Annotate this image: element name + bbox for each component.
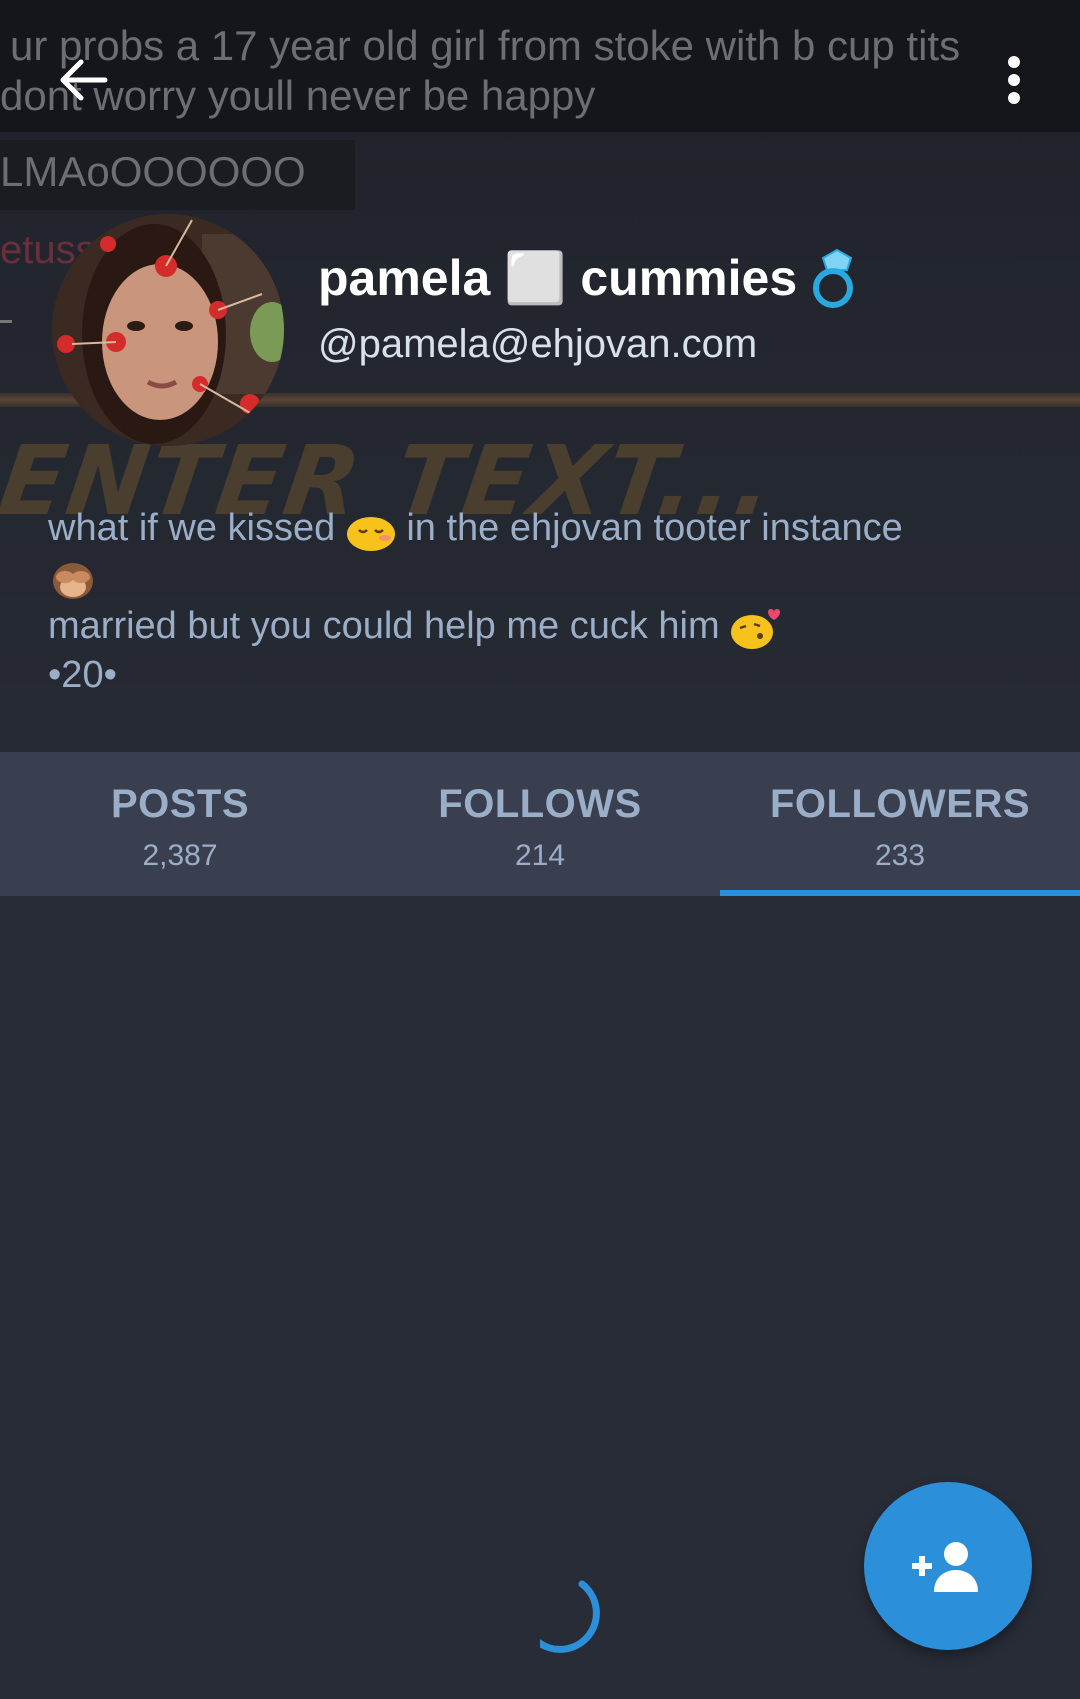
bio-line-3: married but you could help me cuck him (48, 602, 1048, 651)
back-button[interactable] (52, 52, 114, 108)
more-options-button[interactable] (990, 52, 1038, 108)
smiling-face-icon (346, 516, 395, 551)
follow-button[interactable] (864, 1482, 1032, 1650)
tab-posts-label: POSTS (110, 782, 250, 826)
banner-text-line-3: LMAoOOOOOO (0, 148, 306, 195)
see-no-evil-monkey-icon (53, 562, 93, 599)
more-vertical-icon (1008, 56, 1020, 104)
profile-bio: what if we kissed in the ehjovan tooter … (48, 504, 1048, 700)
bio-text: what if we kissed (48, 507, 336, 549)
tab-followers[interactable]: FOLLOWERS 233 (720, 752, 1080, 896)
display-name: pamela ⬜ cummies (318, 248, 867, 308)
display-name-text: pamela ⬜ cummies (318, 249, 798, 306)
kissing-face-icon (731, 608, 781, 649)
bio-text: in the ehjovan tooter instance (406, 507, 903, 549)
profile-screen: ur probs a 17 year old girl from stoke w… (0, 0, 1080, 1699)
tab-followers-count: 233 (874, 839, 926, 872)
bio-line-2 (48, 553, 1048, 602)
bio-line-1: what if we kissed in the ehjovan tooter … (48, 504, 1048, 553)
tab-follows-count: 214 (514, 839, 566, 872)
banner-text-line-1: ur probs a 17 year old girl from stoke w… (10, 22, 961, 69)
tab-follows[interactable]: FOLLOWS 214 (360, 752, 720, 896)
arrow-left-icon (60, 59, 108, 101)
profile-tabs: POSTS 2,387 FOLLOWS 214 FOLLOWERS 233 (0, 752, 1080, 896)
loading-spinner (540, 1580, 600, 1653)
ring-icon (813, 248, 854, 308)
account-handle: @pamela@ehjovan.com (318, 322, 758, 366)
bio-text: married but you could help me cuck him (48, 605, 720, 647)
avatar[interactable] (52, 214, 284, 446)
tab-posts-count: 2,387 (142, 839, 218, 872)
avatar-image (52, 214, 284, 446)
add-person-icon (912, 1542, 978, 1592)
banner-dash (0, 320, 12, 323)
tab-posts[interactable]: POSTS 2,387 (0, 752, 360, 896)
bio-line-4: •20• (48, 654, 117, 696)
tab-follows-label: FOLLOWS (438, 782, 642, 826)
tab-followers-label: FOLLOWERS (769, 782, 1031, 826)
